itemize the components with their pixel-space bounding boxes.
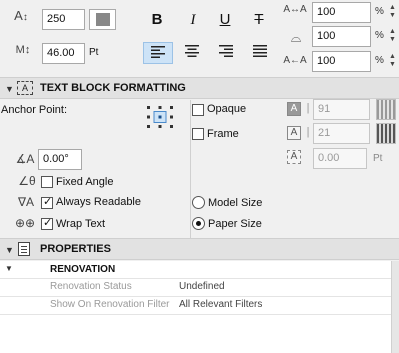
text-block-formatting-title: TEXT BLOCK FORMATTING: [40, 82, 186, 94]
model-size-radio[interactable]: [192, 196, 205, 209]
frame-offset-unit: Pt: [373, 153, 383, 164]
opaque-pen-icon: |: [306, 102, 310, 114]
property-key: Show On Renovation Filter: [50, 299, 170, 310]
font-size-input[interactable]: 250: [42, 9, 85, 30]
frame-checkbox[interactable]: [192, 128, 204, 140]
expand-icon: ▼: [5, 264, 13, 273]
char-spacing-input[interactable]: 100: [312, 51, 371, 72]
italic-button[interactable]: I: [178, 9, 208, 31]
text-settings-panel: A↕ 250 B I U T M↕ 46.00 Pt A↔A 100 % ▲ ▼ …: [0, 0, 399, 353]
width-pct-sign: %: [375, 6, 384, 17]
wrap-text-icon: ⊕⊕: [14, 216, 36, 230]
property-value[interactable]: Undefined: [179, 281, 225, 292]
fixed-angle-label: Fixed Angle: [56, 176, 114, 188]
anchor-point-label: Anchor Point:: [1, 104, 68, 116]
width-stepper[interactable]: ▲ ▼: [389, 4, 396, 21]
frame-offset-icon: A: [287, 150, 301, 164]
fixed-angle-checkbox[interactable]: [41, 176, 53, 188]
text-block-icon: A: [17, 81, 33, 95]
wrap-text-label: Wrap Text: [56, 218, 106, 230]
properties-list: ▼ RENOVATION Renovation Status Undefined…: [0, 261, 391, 353]
align-left-button[interactable]: [143, 42, 173, 64]
always-readable-icon: ∇A: [17, 195, 35, 209]
anchor-point-picker[interactable]: [145, 104, 175, 130]
align-right-icon: [219, 45, 233, 57]
anchor-grid-icon: [147, 106, 173, 128]
renovation-group-row[interactable]: ▼ RENOVATION: [0, 261, 391, 279]
section-divider: [190, 100, 191, 238]
collapse-icon: ▼: [5, 245, 14, 255]
font-size-icon: A↕: [14, 8, 28, 23]
collapse-icon: ▼: [5, 84, 14, 94]
width-factor-input[interactable]: 100: [312, 2, 371, 23]
align-right-button[interactable]: [211, 42, 241, 64]
align-center-button[interactable]: [177, 42, 207, 64]
width-factor-icon: A↔A: [283, 4, 307, 15]
slant-icon: ⌓: [290, 30, 302, 45]
always-readable-checkbox[interactable]: [41, 195, 53, 209]
opaque-pen-input[interactable]: 91: [313, 99, 370, 120]
frame-offset-input[interactable]: 0.00: [313, 148, 367, 169]
leading-input[interactable]: 46.00: [42, 43, 85, 64]
paper-size-label: Paper Size: [208, 218, 262, 230]
align-center-icon: [185, 45, 199, 57]
opaque-color-swatch[interactable]: [376, 99, 396, 120]
wrap-text-checkbox[interactable]: [41, 216, 53, 230]
pen-color-fill: [96, 13, 110, 26]
property-value[interactable]: All Relevant Filters: [179, 299, 262, 310]
always-readable-label: Always Readable: [56, 196, 141, 208]
strikethrough-button[interactable]: T: [244, 9, 274, 31]
renovation-group-label: RENOVATION: [50, 264, 116, 275]
leading-icon: M↕: [15, 44, 31, 56]
paper-size-radio[interactable]: [192, 217, 205, 230]
properties-scrollbar[interactable]: [391, 261, 399, 353]
pen-color-swatch[interactable]: [89, 9, 116, 30]
property-key: Renovation Status: [50, 281, 132, 292]
fixed-angle-icon: ∠θ: [18, 174, 36, 188]
text-angle-icon: ∡A: [15, 152, 35, 166]
char-spacing-icon: A←A: [283, 55, 307, 66]
slant-stepper[interactable]: ▲ ▼: [389, 28, 396, 45]
opaque-label: Opaque: [207, 103, 247, 115]
underline-button[interactable]: U: [210, 9, 240, 31]
model-size-label: Model Size: [208, 197, 263, 209]
frame-icon: A: [287, 126, 301, 140]
angle-input[interactable]: 0.00°: [38, 149, 82, 170]
align-justify-button[interactable]: [245, 42, 275, 64]
opaque-checkbox[interactable]: [192, 104, 204, 116]
frame-color-swatch[interactable]: [376, 123, 396, 144]
align-justify-icon: [253, 45, 267, 57]
leading-unit: Pt: [89, 47, 99, 58]
bold-button[interactable]: B: [142, 9, 172, 31]
table-row[interactable]: Show On Renovation Filter All Relevant F…: [0, 297, 391, 315]
properties-header[interactable]: ▼ PROPERTIES: [0, 238, 399, 260]
properties-icon: [18, 242, 30, 256]
properties-title: PROPERTIES: [40, 243, 111, 255]
text-block-formatting-header[interactable]: ▼ A TEXT BLOCK FORMATTING: [0, 77, 399, 99]
table-row[interactable]: Renovation Status Undefined: [0, 279, 391, 297]
slant-input[interactable]: 100: [312, 26, 371, 47]
frame-pen-input[interactable]: 21: [313, 123, 370, 144]
frame-label: Frame: [207, 128, 239, 140]
opaque-fill-icon: A: [287, 102, 301, 116]
slant-pct-sign: %: [375, 30, 384, 41]
spacing-pct-sign: %: [375, 55, 384, 66]
spacing-stepper[interactable]: ▲ ▼: [389, 53, 396, 70]
align-left-icon: [151, 46, 165, 58]
frame-pen-icon: |: [306, 126, 310, 138]
